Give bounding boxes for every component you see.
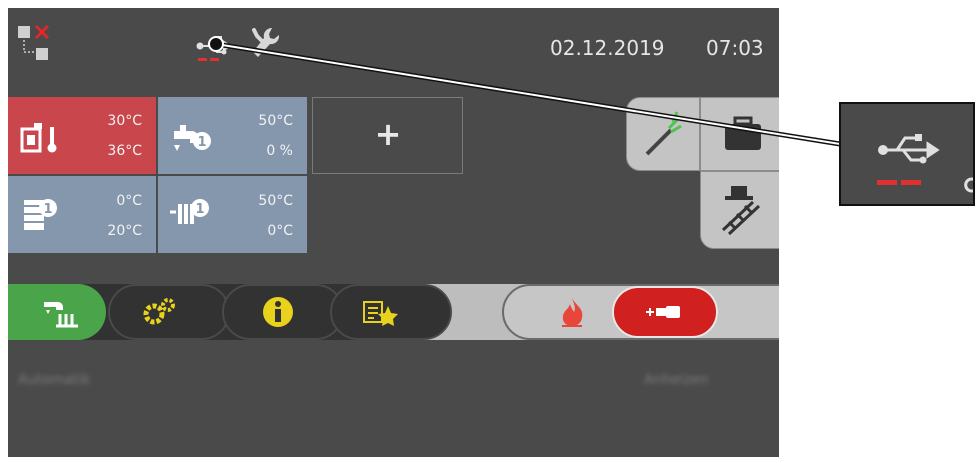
heating-bottom-value: 0°C [267, 223, 293, 239]
buffer-top-value: 0°C [116, 193, 142, 209]
hot-water-tile[interactable]: 1 50°C 0 % [158, 97, 307, 174]
wrench-icon[interactable] [250, 26, 280, 62]
svg-text:1: 1 [197, 135, 206, 150]
favorites-button[interactable] [330, 284, 452, 340]
status-caption: Anheizen [644, 372, 709, 388]
auto-mode-icon [44, 302, 78, 328]
chimney-sweep-brush-button[interactable] [626, 97, 700, 171]
suitcase-button[interactable] [700, 97, 779, 171]
add-icon: + [374, 115, 402, 153]
chimney-sweep-brush-icon [645, 111, 682, 156]
boiler-tile[interactable]: 30°C 36°C [8, 97, 156, 174]
svg-text:1: 1 [195, 202, 204, 217]
usb-icon[interactable] [196, 34, 236, 64]
date-display: 02.12.2019 [550, 36, 665, 60]
boiler-thermometer-icon [20, 121, 58, 159]
heating-top-value: 50°C [258, 193, 293, 209]
info-icon [263, 297, 293, 327]
favorites-star-icon [363, 301, 398, 326]
chimney-sweep-icon [721, 186, 761, 236]
suitcase-icon [725, 116, 761, 150]
hot-water-tap-icon: 1 [170, 119, 214, 159]
add-tile-button[interactable]: + [312, 97, 463, 174]
boiler-top-value: 30°C [107, 113, 142, 129]
usb-icon-zoomed [877, 134, 973, 193]
info-button[interactable] [222, 284, 344, 340]
boiler-bottom-value: 36°C [107, 143, 142, 159]
settings-gears-icon [143, 298, 175, 325]
hot-water-top-value: 50°C [258, 113, 293, 129]
svg-text:1: 1 [43, 202, 52, 217]
flame-icon[interactable] [556, 296, 588, 328]
settings-button[interactable] [108, 284, 230, 340]
network-disconnected-icon[interactable] [18, 24, 54, 62]
heating-circuit-tile[interactable]: 1 50°C 0°C [158, 176, 307, 253]
buffer-bottom-value: 20°C [107, 223, 142, 239]
buffer-tank-icon: 1 [20, 196, 60, 238]
auto-mode-button[interactable] [8, 284, 106, 340]
ignition-button[interactable] [612, 286, 718, 338]
time-display: 07:03 [706, 36, 764, 60]
zoom-callout [839, 102, 975, 206]
chimney-sweep-button[interactable] [700, 171, 779, 249]
buffer-tank-tile[interactable]: 1 0°C 20°C [8, 176, 156, 253]
heating-circuit-icon: 1 [168, 196, 212, 236]
ignition-icon [646, 306, 680, 318]
hot-water-bottom-value: 0 % [266, 143, 293, 159]
controller-screen: 02.12.2019 07:03 30°C 36°C 1 50°C 0 % + … [8, 8, 779, 457]
mode-caption: Automatik [18, 372, 91, 388]
